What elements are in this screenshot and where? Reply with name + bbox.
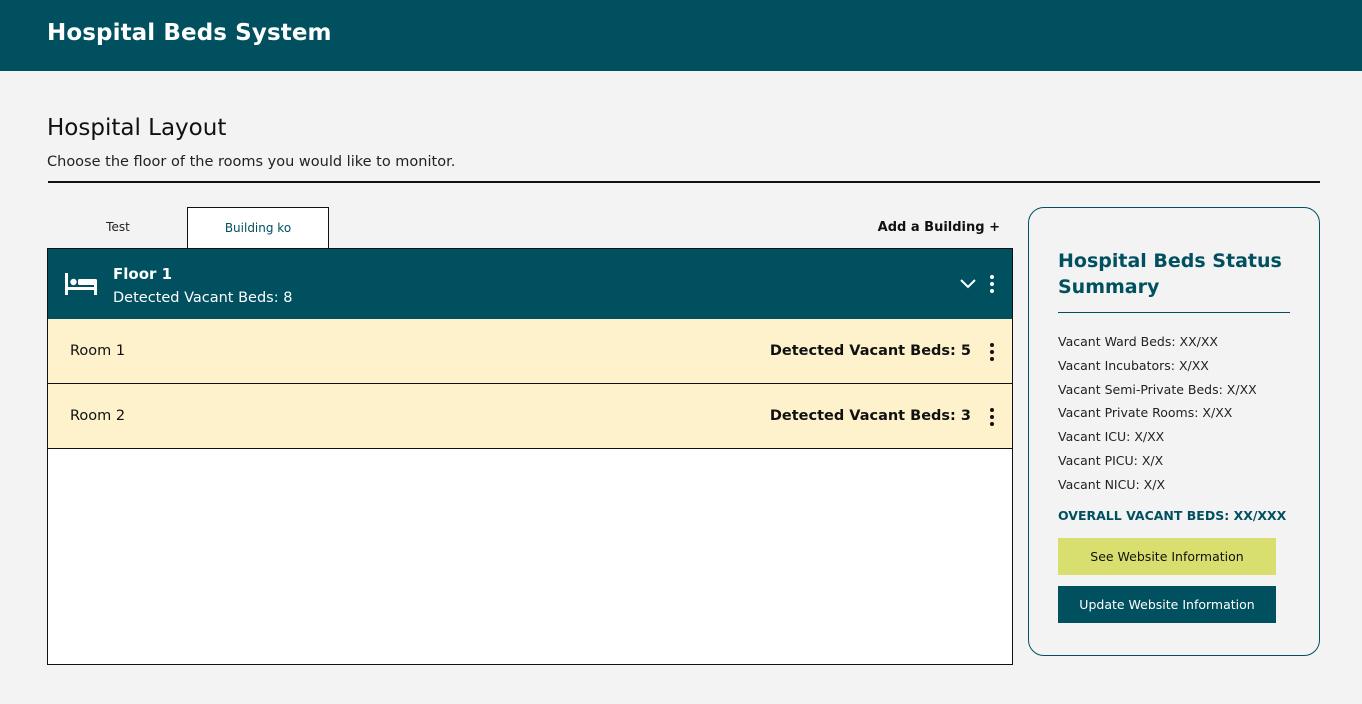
room-vacant-count: Detected Vacant Beds: 5: [769, 343, 971, 359]
summary-title: Hospital Beds Status Summary: [1058, 250, 1282, 298]
top-bar: Hospital Beds System: [0, 0, 1362, 71]
update-website-info-button[interactable]: Update Website Information: [1058, 586, 1276, 623]
summary-item-incubators: Vacant Incubators: X/XX: [1058, 357, 1209, 373]
chevron-down-icon[interactable]: [959, 274, 977, 292]
summary-item-semi-private: Vacant Semi-Private Beds: X/XX: [1058, 381, 1257, 397]
room-row[interactable]: Room 2 Detected Vacant Beds: 3: [48, 384, 1012, 449]
page-subtitle: Choose the floor of the rooms you would …: [47, 154, 456, 170]
add-building-button[interactable]: Add a Building +: [870, 220, 1000, 235]
room-name: Room 2: [70, 408, 126, 424]
summary-list: Vacant Ward Beds: XX/XX Vacant Incubator…: [1058, 332, 1298, 499]
room-vacant-count: Detected Vacant Beds: 3: [769, 408, 971, 424]
room-more-vertical-icon[interactable]: [987, 342, 997, 362]
see-website-info-button[interactable]: See Website Information: [1058, 538, 1276, 575]
floor-header[interactable]: Floor 1 Detected Vacant Beds: 8: [48, 249, 1012, 319]
tab-building-ko[interactable]: Building ko: [187, 207, 329, 249]
room-name: Room 1: [70, 343, 126, 359]
tab-test[interactable]: Test: [47, 207, 189, 249]
summary-item-picu: Vacant PICU: X/X: [1058, 452, 1164, 468]
summary-divider: [1058, 312, 1290, 313]
room-row[interactable]: Room 1 Detected Vacant Beds: 5: [48, 319, 1012, 384]
page-title: Hospital Layout: [47, 115, 227, 141]
summary-item-icu: Vacant ICU: X/XX: [1058, 429, 1165, 445]
summary-item-ward: Vacant Ward Beds: XX/XX: [1058, 334, 1218, 349]
room-more-vertical-icon[interactable]: [987, 407, 997, 427]
overall-vacant-total: OVERALL VACANT BEDS: XX/XXX: [1058, 508, 1287, 523]
floor-more-vertical-icon[interactable]: [987, 274, 997, 294]
summary-item-private: Vacant Private Rooms: X/XX: [1058, 405, 1233, 421]
status-summary-card: Hospital Beds Status Summary Vacant Ward…: [1028, 207, 1320, 656]
floor-panel: Floor 1 Detected Vacant Beds: 8 Room 1 D…: [47, 248, 1013, 665]
bed-icon: [65, 273, 97, 295]
summary-item-nicu: Vacant NICU: X/X: [1058, 476, 1166, 492]
app-title: Hospital Beds System: [47, 20, 332, 46]
floor-vacant-count: Detected Vacant Beds: 8: [113, 290, 293, 306]
divider: [48, 181, 1320, 183]
floor-name: Floor 1: [113, 265, 173, 283]
